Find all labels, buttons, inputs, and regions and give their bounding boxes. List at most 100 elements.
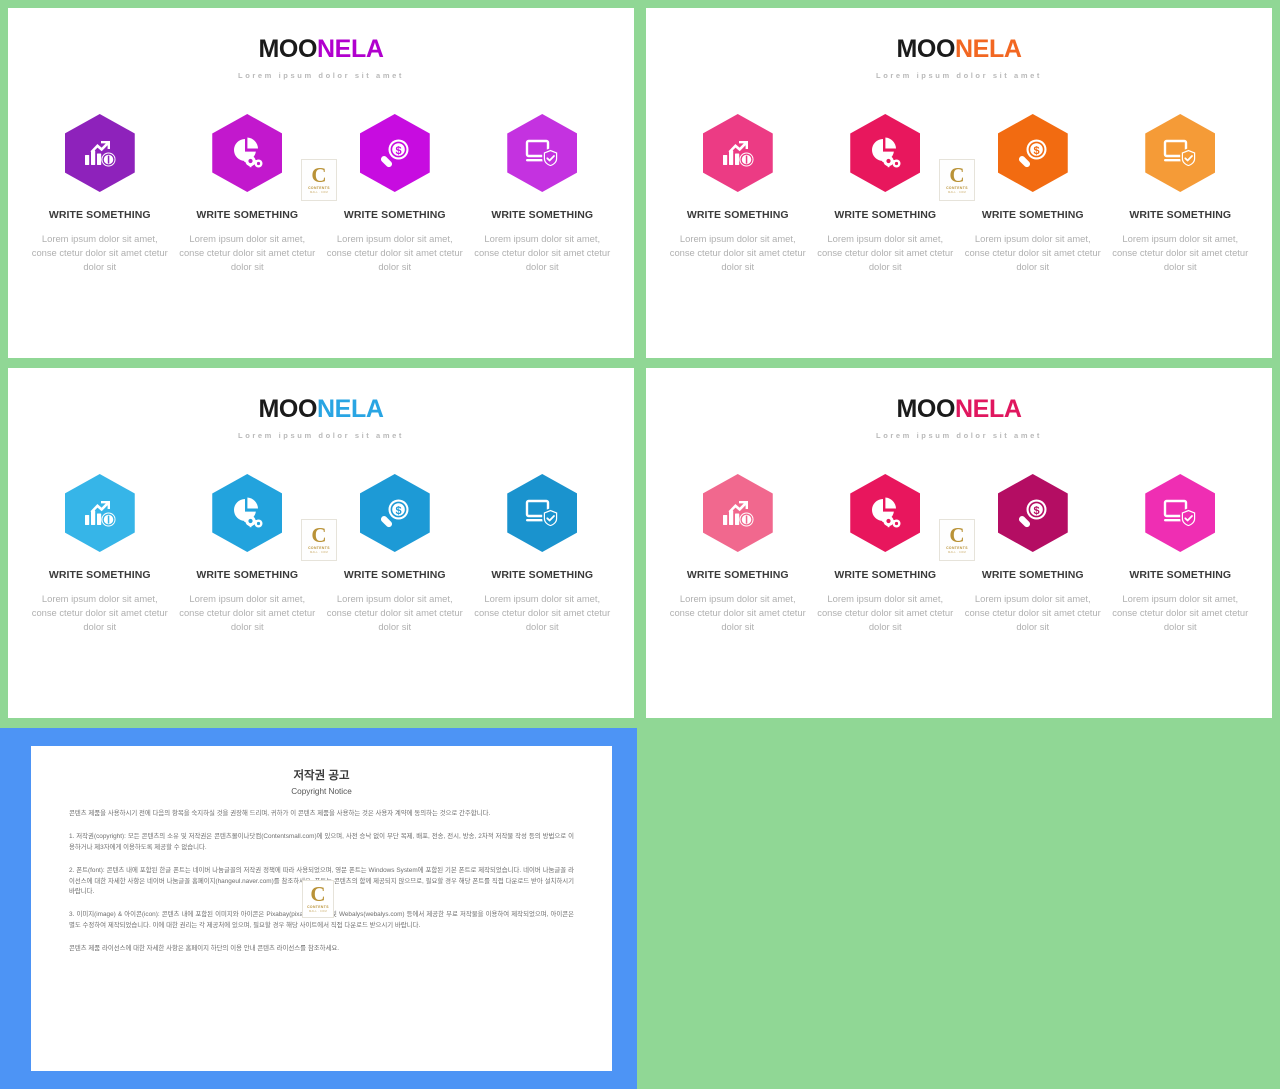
hex-badge[interactable]: $: [359, 114, 430, 192]
slide-4-logo: MOONELA Lorem ipsum dolor sit amet: [646, 368, 1272, 441]
feature-column[interactable]: WRITE SOMETHING Lorem ipsum dolor sit am…: [812, 474, 960, 634]
logo-title: MOONELA: [8, 37, 634, 62]
column-body: Lorem ipsum dolor sit amet, conse ctetur…: [474, 593, 611, 632]
watermark-letter: C: [949, 162, 965, 187]
column-title: WRITE SOMETHING: [491, 209, 594, 221]
hex-badge[interactable]: [212, 474, 283, 552]
feature-column[interactable]: WRITE SOMETHING Lorem ipsum dolor sit am…: [664, 474, 812, 634]
column-body: Lorem ipsum dolor sit amet, conse ctetur…: [964, 233, 1101, 272]
column-body: Lorem ipsum dolor sit amet, conse ctetur…: [817, 233, 954, 272]
feature-column[interactable]: WRITE SOMETHING Lorem ipsum dolor sit am…: [812, 114, 960, 274]
column-title: WRITE SOMETHING: [343, 569, 446, 581]
column-body: Lorem ipsum dolor sit amet, conse ctetur…: [31, 233, 168, 272]
watermark-line2: MALL . COM: [948, 551, 966, 555]
column-title: WRITE SOMETHING: [1129, 209, 1232, 221]
svg-text:$: $: [395, 505, 401, 517]
magnifier-dollar-icon: $: [997, 114, 1068, 192]
column-body: Lorem ipsum dolor sit amet, conse ctetur…: [669, 233, 806, 272]
svg-text:$: $: [395, 145, 401, 157]
column-title: WRITE SOMETHING: [48, 569, 151, 581]
feature-column[interactable]: $ WRITE SOMETHING Lorem ipsum dolor sit …: [321, 474, 469, 634]
feature-column[interactable]: WRITE SOMETHING Lorem ipsum dolor sit am…: [1107, 114, 1255, 274]
logo-dark-part: MOO: [896, 395, 956, 423]
watermark-line1: CONTENTS: [946, 186, 968, 191]
logo-accent-part: NELA: [317, 35, 384, 63]
column-title: WRITE SOMETHING: [48, 209, 151, 221]
column-body: Lorem ipsum dolor sit amet, conse ctetur…: [1112, 593, 1249, 632]
feature-column[interactable]: WRITE SOMETHING Lorem ipsum dolor sit am…: [26, 114, 174, 274]
slide-3-logo: MOONELA Lorem ipsum dolor sit amet: [8, 368, 634, 441]
hex-badge[interactable]: [212, 114, 283, 192]
pie-chart-gears-icon: [850, 114, 921, 192]
monitor-shield-icon: [507, 474, 578, 552]
magnifier-dollar-icon: $: [359, 114, 430, 192]
column-title: WRITE SOMETHING: [1129, 569, 1232, 581]
hex-badge[interactable]: [64, 474, 135, 552]
monitor-shield-icon: [1145, 474, 1216, 552]
logo-title: MOONELA: [8, 397, 634, 422]
hex-badge[interactable]: [850, 114, 921, 192]
hex-badge[interactable]: [507, 474, 578, 552]
watermark-line1: CONTENTS: [946, 546, 968, 551]
column-body: Lorem ipsum dolor sit amet, conse ctetur…: [326, 233, 463, 272]
watermark-letter: C: [949, 522, 965, 547]
watermark-letter: C: [310, 881, 326, 906]
column-body: Lorem ipsum dolor sit amet, conse ctetur…: [179, 593, 316, 632]
hex-badge[interactable]: $: [359, 474, 430, 552]
column-title: WRITE SOMETHING: [981, 209, 1084, 221]
hex-badge[interactable]: [850, 474, 921, 552]
column-body: Lorem ipsum dolor sit amet, conse ctetur…: [964, 593, 1101, 632]
watermark-line2: MALL . COM: [309, 910, 327, 914]
watermark-line2: MALL . COM: [948, 191, 966, 195]
feature-column[interactable]: WRITE SOMETHING Lorem ipsum dolor sit am…: [174, 474, 322, 634]
watermark-line1: CONTENTS: [308, 546, 330, 551]
watermark-letter: C: [311, 522, 327, 547]
feature-column[interactable]: WRITE SOMETHING Lorem ipsum dolor sit am…: [664, 114, 812, 274]
logo-title: MOONELA: [646, 397, 1272, 422]
column-body: Lorem ipsum dolor sit amet, conse ctetur…: [179, 233, 316, 272]
feature-column[interactable]: $ WRITE SOMETHING Lorem ipsum dolor sit …: [321, 114, 469, 274]
magnifier-dollar-icon: $: [359, 474, 430, 552]
copyright-paragraph: 콘텐츠 제품을 사용하시기 전에 다음의 항목을 숙지하실 것을 권장해 드리며…: [69, 810, 491, 817]
column-title: WRITE SOMETHING: [491, 569, 594, 581]
copyright-paragraph: 1. 저작권(copyright): 모든 콘텐츠의 소유 및 저작권은 콘텐츠…: [69, 833, 574, 851]
feature-column[interactable]: WRITE SOMETHING Lorem ipsum dolor sit am…: [469, 114, 617, 274]
slide-2-logo: MOONELA Lorem ipsum dolor sit amet: [646, 8, 1272, 81]
column-title: WRITE SOMETHING: [834, 209, 937, 221]
column-body: Lorem ipsum dolor sit amet, conse ctetur…: [1112, 233, 1249, 272]
hex-badge[interactable]: [1145, 474, 1216, 552]
hex-badge[interactable]: [702, 114, 773, 192]
column-body: Lorem ipsum dolor sit amet, conse ctetur…: [31, 593, 168, 632]
watermark-line2: MALL . COM: [310, 551, 328, 555]
logo-dark-part: MOO: [896, 35, 956, 63]
slide-1-logo: MOONELA Lorem ipsum dolor sit amet: [8, 8, 634, 81]
svg-text:$: $: [1033, 505, 1039, 517]
feature-column[interactable]: WRITE SOMETHING Lorem ipsum dolor sit am…: [174, 114, 322, 274]
presentation-canvas: MOONELA Lorem ipsum dolor sit amet WRITE…: [0, 0, 1280, 1089]
hex-badge[interactable]: [64, 114, 135, 192]
logo-accent-part: NELA: [955, 395, 1022, 423]
hex-badge[interactable]: [1145, 114, 1216, 192]
feature-column[interactable]: $ WRITE SOMETHING Lorem ipsum dolor sit …: [959, 114, 1107, 274]
hex-badge[interactable]: [702, 474, 773, 552]
bar-chart-growth-icon: [64, 474, 135, 552]
hex-badge[interactable]: $: [997, 474, 1068, 552]
column-body: Lorem ipsum dolor sit amet, conse ctetur…: [817, 593, 954, 632]
feature-column[interactable]: WRITE SOMETHING Lorem ipsum dolor sit am…: [1107, 474, 1255, 634]
logo-accent-part: NELA: [955, 35, 1022, 63]
copyright-paragraph: 콘텐츠 제품 라이선스에 대한 자세한 사항은 홈페이지 하단의 이용 안내 콘…: [69, 945, 340, 952]
feature-column[interactable]: WRITE SOMETHING Lorem ipsum dolor sit am…: [469, 474, 617, 634]
contents-mall-watermark: C CONTENTS MALL . COM: [302, 880, 334, 918]
hex-badge[interactable]: [507, 114, 578, 192]
hex-badge[interactable]: $: [997, 114, 1068, 192]
watermark-line1: CONTENTS: [308, 186, 330, 191]
logo-dark-part: MOO: [258, 395, 318, 423]
column-body: Lorem ipsum dolor sit amet, conse ctetur…: [474, 233, 611, 272]
contents-mall-watermark: C CONTENTS MALL . COM: [301, 519, 337, 561]
feature-column[interactable]: $ WRITE SOMETHING Lorem ipsum dolor sit …: [959, 474, 1107, 634]
bar-chart-growth-icon: [702, 474, 773, 552]
feature-column[interactable]: WRITE SOMETHING Lorem ipsum dolor sit am…: [26, 474, 174, 634]
logo-dark-part: MOO: [258, 35, 318, 63]
bar-chart-growth-icon: [64, 114, 135, 192]
watermark-line2: MALL . COM: [310, 191, 328, 195]
